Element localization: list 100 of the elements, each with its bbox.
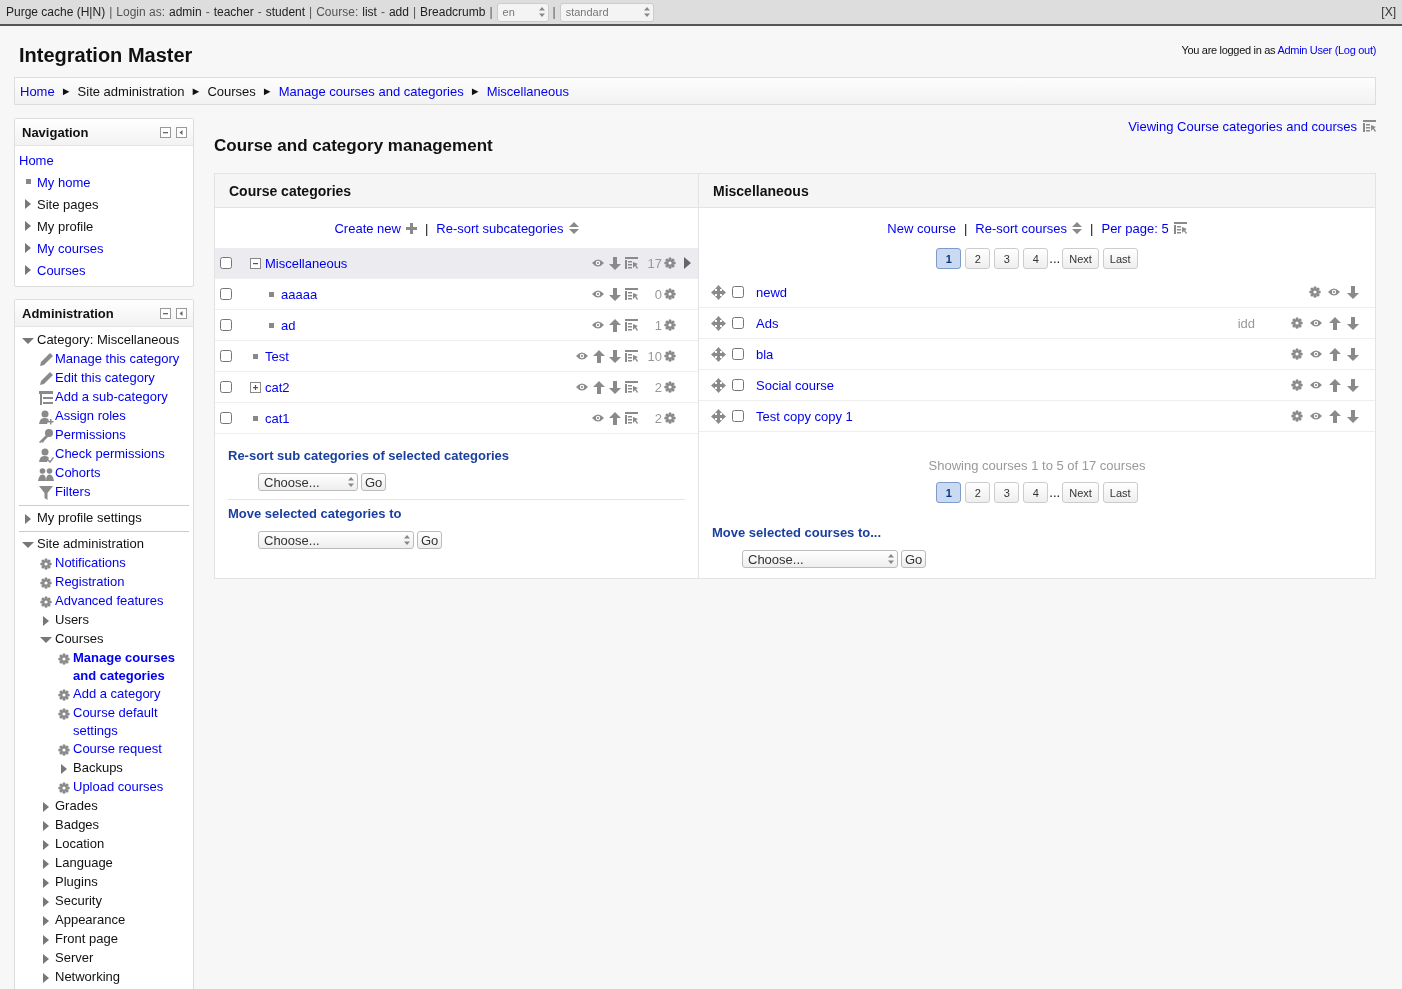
page-button[interactable]: 2	[965, 248, 991, 269]
eye-icon[interactable]	[591, 289, 605, 299]
action-link[interactable]: New course	[887, 220, 956, 236]
category-row[interactable]: cat2 2	[215, 372, 698, 403]
tree-branch[interactable]: Backups	[73, 759, 123, 777]
course-row[interactable]: bla	[699, 339, 1375, 370]
gear-icon[interactable]	[1291, 348, 1303, 360]
path-link[interactable]: Manage courses and categories	[278, 83, 464, 99]
triangle-right-icon[interactable]	[43, 877, 49, 888]
list-icon[interactable]	[625, 319, 638, 331]
arrow-up-icon[interactable]	[1329, 409, 1341, 423]
course-row[interactable]: Ads idd	[699, 308, 1375, 339]
category-row[interactable]: aaaaa 0	[215, 279, 698, 310]
tree-link[interactable]: Filters	[55, 483, 91, 501]
category-row[interactable]: ad 1	[215, 310, 698, 341]
list-icon[interactable]	[625, 412, 638, 424]
arrow-down-icon[interactable]	[1347, 285, 1359, 299]
triangle-right-icon[interactable]	[25, 264, 31, 275]
plus-icon[interactable]	[405, 222, 417, 234]
category-link[interactable]: cat1	[265, 410, 290, 426]
toolbar-link[interactable]: Breadcrumb	[420, 5, 486, 19]
move-icon[interactable]	[711, 377, 726, 393]
tree-branch[interactable]: Server	[55, 949, 94, 967]
tree-branch[interactable]: Networking	[55, 968, 121, 986]
triangle-right-icon[interactable]	[43, 858, 49, 869]
cog-icon[interactable]	[664, 319, 676, 331]
eye-icon[interactable]	[1327, 287, 1341, 297]
page-button[interactable]: Last	[1102, 482, 1138, 503]
page-button[interactable]: Next	[1062, 482, 1099, 503]
choose-dropdown[interactable]: Choose...	[258, 531, 414, 549]
minimize-icon[interactable]	[160, 307, 171, 319]
page-button[interactable]: Last	[1102, 248, 1138, 269]
checkbox[interactable]	[220, 288, 232, 300]
triangle-right-icon[interactable]	[25, 242, 31, 253]
arrow-up-icon[interactable]	[609, 411, 621, 425]
tree-branch[interactable]: My profile settings	[37, 509, 142, 527]
gear-icon[interactable]	[1291, 317, 1303, 329]
minimize-icon[interactable]	[160, 126, 171, 138]
arrow-down-icon[interactable]	[1347, 409, 1359, 423]
arrow-down-icon[interactable]	[609, 287, 621, 301]
triangle-right-icon[interactable]	[25, 198, 31, 209]
tree-branch[interactable]: Site pages	[37, 194, 99, 216]
gear-icon[interactable]	[58, 707, 70, 720]
toolbar-link[interactable]: student	[265, 5, 306, 19]
choose-dropdown[interactable]: Choose...	[742, 550, 898, 568]
gear-icon[interactable]	[58, 652, 70, 665]
eye-icon[interactable]	[1309, 411, 1323, 421]
dropdown[interactable]: standard	[559, 2, 654, 22]
page-button[interactable]: 2	[965, 482, 991, 503]
tree-branch[interactable]: Grades	[55, 797, 98, 815]
checkbox[interactable]	[220, 257, 232, 269]
checkbox[interactable]	[220, 350, 232, 362]
category-link[interactable]: Miscellaneous	[265, 255, 348, 271]
checkbox[interactable]	[220, 381, 232, 393]
eye-icon[interactable]	[1309, 349, 1323, 359]
action-link[interactable]: Re-sort courses	[975, 220, 1068, 236]
tree-branch[interactable]: Courses	[55, 630, 104, 648]
tree-branch[interactable]: Location	[55, 835, 105, 853]
page-button[interactable]: 4	[1023, 482, 1049, 503]
close-link[interactable]: [X]	[1381, 5, 1396, 19]
tree-link[interactable]: Course request	[73, 740, 162, 758]
tree-branch-link[interactable]: Courses	[37, 260, 86, 282]
gear-icon[interactable]	[40, 576, 52, 589]
list-icon[interactable]	[625, 257, 638, 269]
page-button[interactable]: 1	[936, 482, 962, 503]
sort-icon[interactable]	[568, 222, 579, 234]
logout-link[interactable]: (Log out)	[1334, 44, 1376, 56]
gear-icon[interactable]	[1291, 379, 1303, 391]
tree-link[interactable]: Notifications	[55, 554, 126, 572]
list-icon[interactable]	[625, 350, 638, 362]
category-link[interactable]: aaaaa	[281, 286, 318, 302]
go-button[interactable]: Go	[361, 473, 387, 491]
tree-link[interactable]: Check permissions	[55, 445, 165, 463]
tree-branch[interactable]: Language	[55, 854, 113, 872]
tree-branch[interactable]: Security	[55, 892, 102, 910]
gear-icon[interactable]	[58, 688, 70, 701]
triangle-right-icon[interactable]	[43, 972, 49, 983]
triangle-right-icon[interactable]	[43, 615, 49, 626]
arrow-up-icon[interactable]	[1329, 316, 1341, 330]
path-link[interactable]: Home	[20, 83, 55, 99]
tree-link[interactable]: Registration	[55, 573, 125, 591]
tree-link[interactable]: Home	[19, 150, 54, 172]
triangle-right-icon[interactable]	[43, 953, 49, 964]
move-icon[interactable]	[711, 315, 726, 331]
expand-box-icon[interactable]	[250, 381, 261, 393]
tree-branch[interactable]: Front page	[55, 930, 118, 948]
checkbox[interactable]	[220, 319, 232, 331]
eye-icon[interactable]	[591, 320, 605, 330]
triangle-down-icon[interactable]	[40, 636, 52, 643]
dock-icon[interactable]	[176, 307, 187, 319]
page-button[interactable]: 3	[994, 248, 1020, 269]
triangle-right-icon[interactable]	[43, 801, 49, 812]
triangle-right-icon[interactable]	[43, 820, 49, 831]
course-row[interactable]: Test copy copy 1	[699, 401, 1375, 432]
category-link[interactable]: cat2	[265, 379, 290, 395]
tree-link[interactable]: Permissions	[55, 426, 126, 444]
course-link[interactable]: Test copy copy 1	[756, 408, 853, 424]
tree-link[interactable]: Assign roles	[55, 407, 126, 425]
tree-link[interactable]: Advanced features	[55, 592, 164, 610]
gear-icon[interactable]	[1309, 286, 1321, 298]
